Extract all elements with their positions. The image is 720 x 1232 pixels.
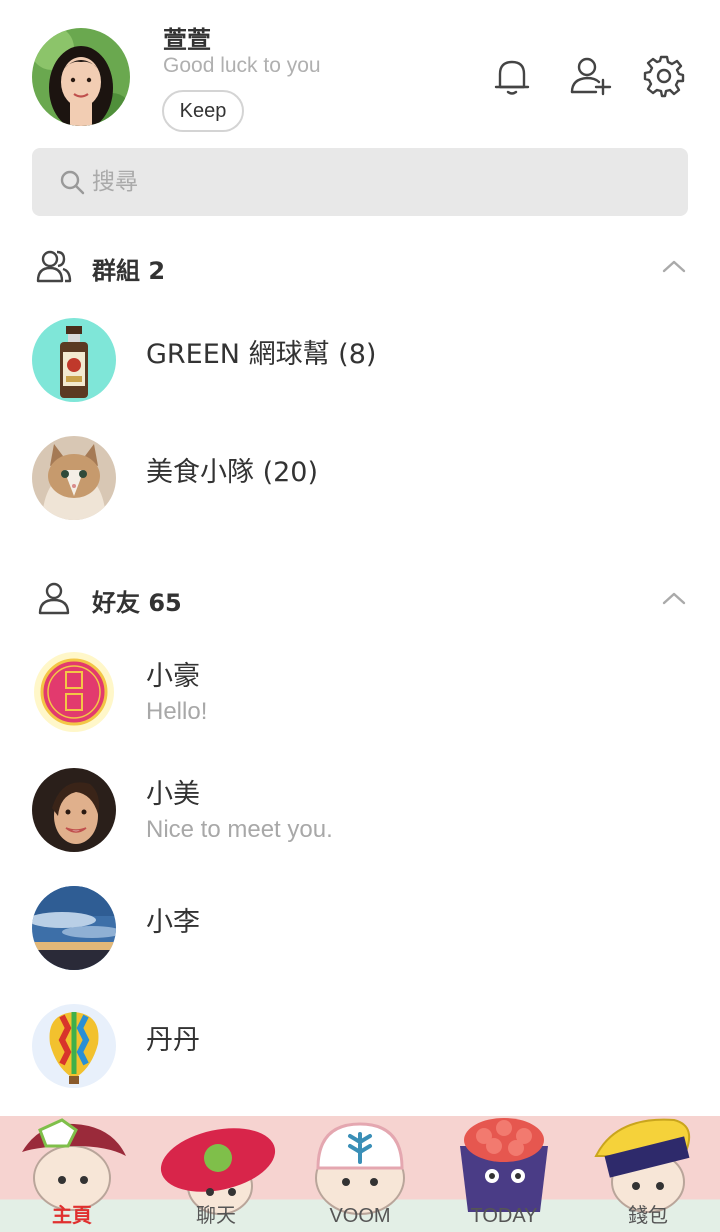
groups-section-header[interactable]: 群組 2 xyxy=(0,238,720,294)
friend-avatar xyxy=(32,650,116,734)
friend-name: 小豪 xyxy=(146,661,200,692)
friend-status-message: Hello! xyxy=(146,698,208,725)
nav-wallet[interactable]: 錢包 xyxy=(576,1116,720,1232)
group-name: 美食小隊 (20) xyxy=(146,457,319,488)
friend-row[interactable]: 小豪 Hello! xyxy=(0,634,720,752)
nav-label: TODAY xyxy=(470,1205,538,1227)
group-row[interactable]: GREEN 網球幫 (8) xyxy=(0,302,720,420)
nav-voom[interactable]: VOOM xyxy=(288,1116,432,1232)
bell-icon[interactable] xyxy=(490,54,534,98)
group-icon xyxy=(36,250,72,283)
profile-name: 萱萱 xyxy=(163,26,211,54)
friend-row[interactable]: 小美 Nice to meet you. xyxy=(0,752,720,870)
nav-chat[interactable]: 聊天 xyxy=(144,1116,288,1232)
search-bar[interactable] xyxy=(32,148,688,216)
friend-avatar xyxy=(32,768,116,852)
friend-avatar xyxy=(32,886,116,970)
nav-label: VOOM xyxy=(329,1205,391,1227)
voom-icon xyxy=(315,1122,405,1215)
friend-row[interactable]: 小李 xyxy=(0,870,720,988)
nav-today[interactable]: TODAY xyxy=(432,1116,576,1232)
friend-name: 丹丹 xyxy=(146,1025,200,1056)
keep-button[interactable]: Keep xyxy=(162,90,244,132)
nav-label: 主頁 xyxy=(52,1205,92,1227)
person-icon xyxy=(38,582,70,615)
nav-label: 錢包 xyxy=(628,1205,668,1227)
friend-status-message: Nice to meet you. xyxy=(146,816,333,843)
search-input[interactable] xyxy=(92,148,652,216)
chevron-up-icon[interactable] xyxy=(660,254,688,278)
profile-avatar[interactable] xyxy=(32,28,130,126)
bottom-navigation: 主頁 聊天 VOOM TODAY 錢包 xyxy=(0,1116,720,1232)
friend-name: 小李 xyxy=(146,907,200,938)
friend-avatar xyxy=(32,1004,116,1088)
friends-section-title: 好友 65 xyxy=(92,589,182,617)
friend-name: 小美 xyxy=(146,779,200,810)
nav-home[interactable]: 主頁 xyxy=(0,1116,144,1232)
settings-gear-icon[interactable] xyxy=(642,54,686,98)
search-icon xyxy=(60,170,85,195)
group-row[interactable]: 美食小隊 (20) xyxy=(0,420,720,538)
chevron-up-icon[interactable] xyxy=(660,586,688,610)
friend-row[interactable]: 丹丹 xyxy=(0,988,720,1106)
group-avatar xyxy=(32,436,116,520)
today-icon xyxy=(460,1118,548,1212)
group-name: GREEN 網球幫 (8) xyxy=(146,339,377,370)
group-avatar xyxy=(32,318,116,402)
nav-label: 聊天 xyxy=(196,1205,236,1227)
add-friend-icon[interactable] xyxy=(568,54,612,98)
profile-status-message[interactable]: Good luck to you xyxy=(163,54,321,78)
friends-section-header[interactable]: 好友 65 xyxy=(0,570,720,626)
groups-section-title: 群組 2 xyxy=(92,257,166,285)
